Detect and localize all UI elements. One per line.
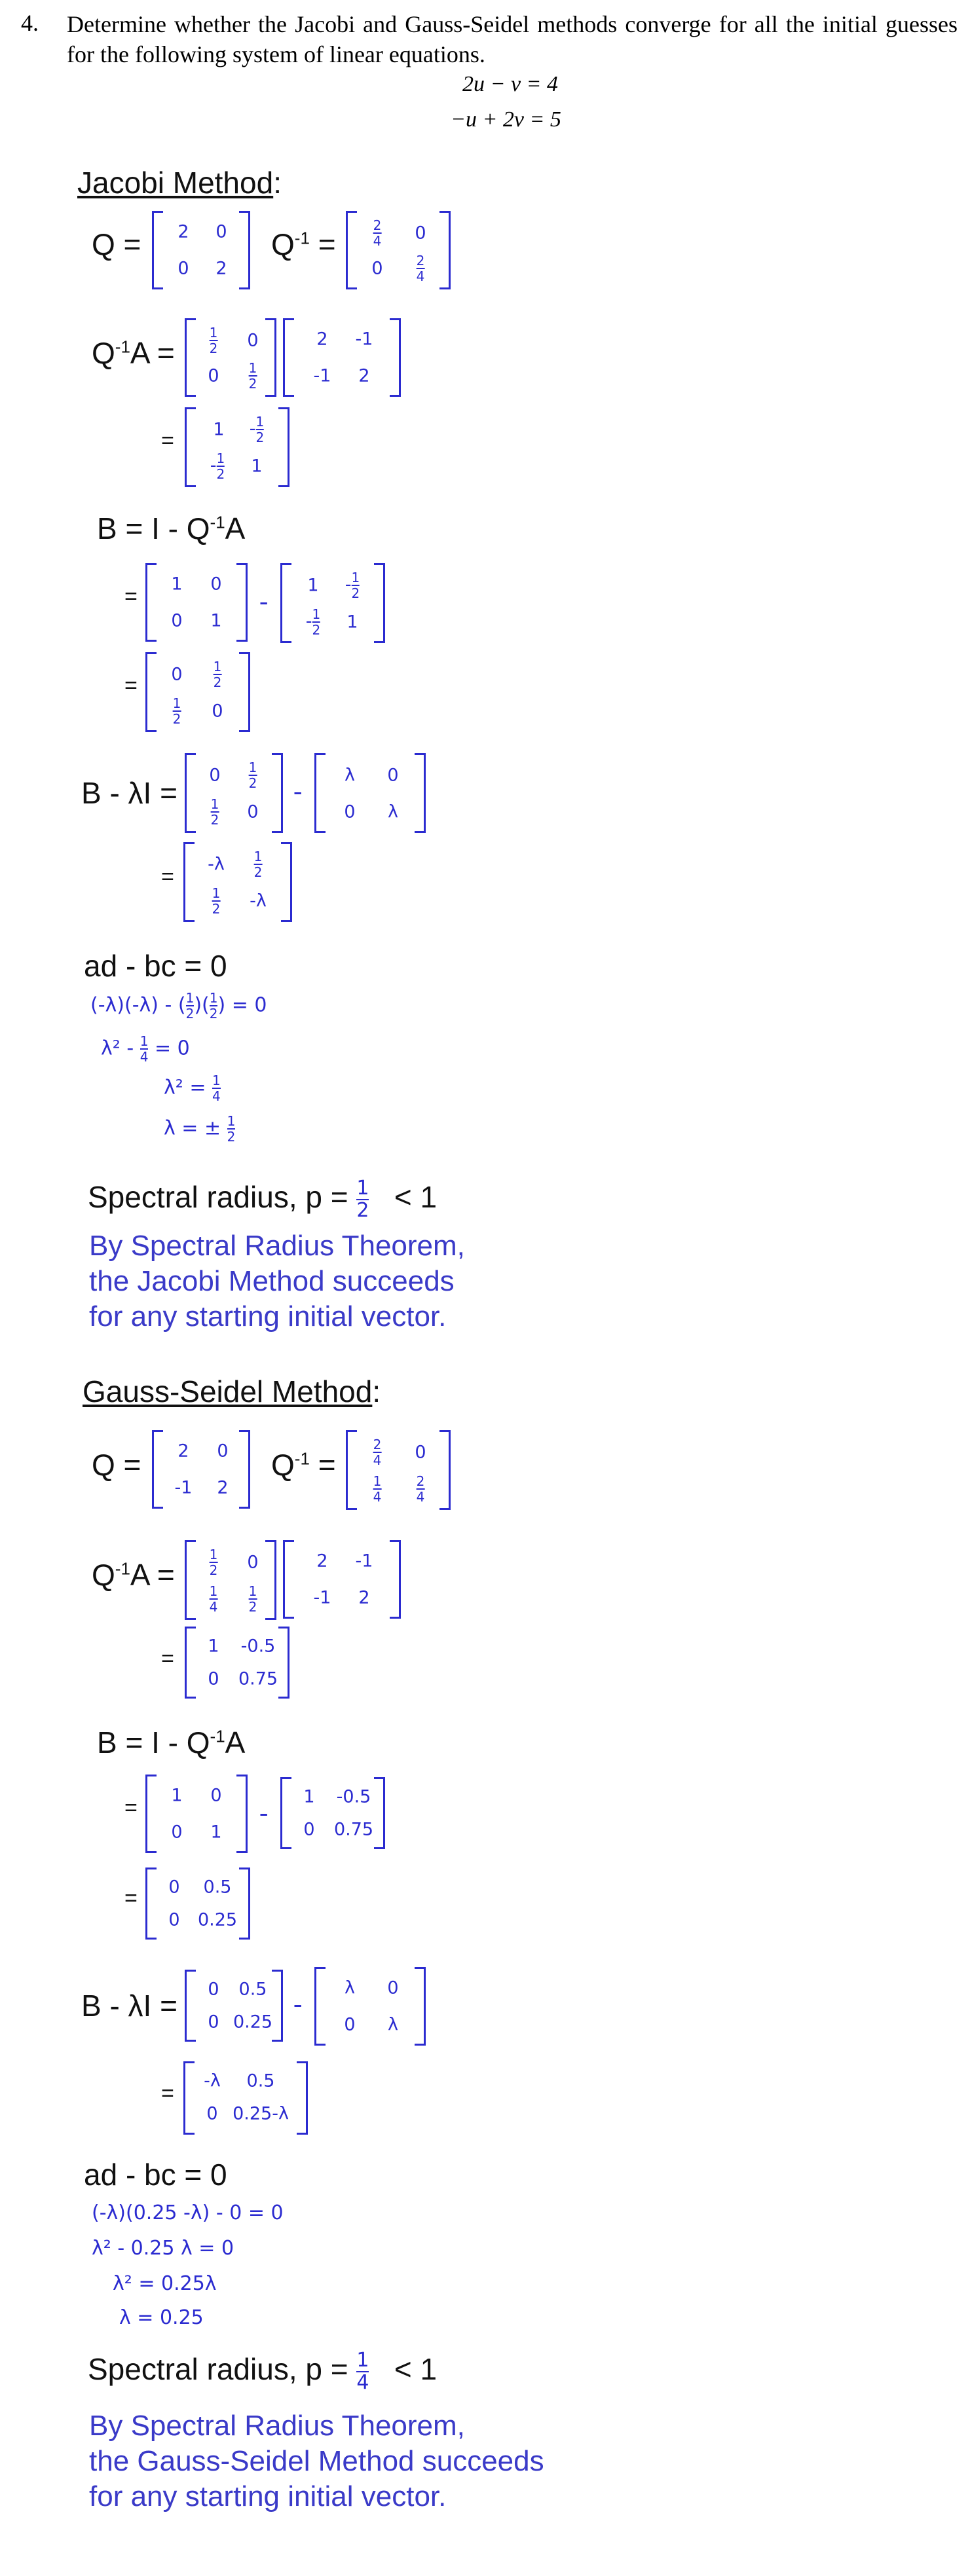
gauss-b-result: 0 0.5 0 0.25 bbox=[145, 1868, 250, 1940]
problem-statement: Determine whether the Jacobi and Gauss-S… bbox=[67, 11, 958, 67]
jacobi-b-label: B = I - Q-1A bbox=[97, 511, 246, 545]
jacobi-qa-result: 1 -12 -12 1 bbox=[185, 407, 289, 487]
jacobi-qa-matrix-sub: 1 -12 -12 1 bbox=[280, 563, 385, 643]
jacobi-b-lambda-label: B - λI = bbox=[81, 776, 177, 810]
jacobi-det-line-1: (-λ)(-λ) - (1 2)(1 2) = 0 bbox=[90, 990, 267, 1021]
jacobi-b-equals-1: = bbox=[124, 584, 138, 609]
jacobi-bl-equals: = bbox=[161, 864, 174, 889]
jacobi-qa-label: Q-1A = bbox=[92, 336, 175, 370]
jacobi-qinv-matrix-2: 12 0 0 12 bbox=[185, 318, 276, 397]
gauss-det-line-4: λ = 0.25 bbox=[119, 2306, 204, 2329]
gauss-b-label: B = I - Q-1A bbox=[97, 1725, 246, 1759]
jacobi-heading: Jacobi Method: bbox=[77, 166, 282, 200]
jacobi-a-matrix: 2 -1 -1 2 bbox=[283, 318, 401, 397]
jacobi-b-result: 0 12 12 0 bbox=[145, 652, 250, 732]
page: 4. Determine whether the Jacobi and Gaus… bbox=[0, 0, 970, 2576]
jacobi-b-equals-2: = bbox=[124, 673, 138, 698]
gauss-qa-matrix-sub: 1 -0.5 0 0.75 bbox=[280, 1777, 385, 1849]
minus-sign: - bbox=[293, 1989, 303, 2018]
gauss-qa-equals: = bbox=[161, 1646, 174, 1671]
equation-2: −u + 2v = 5 bbox=[451, 107, 561, 132]
equation-1: 2u − v = 4 bbox=[462, 72, 558, 96]
gauss-b-equals-2: = bbox=[124, 1886, 138, 1911]
gauss-qa-label: Q-1A = bbox=[92, 1558, 175, 1592]
gauss-qinv-matrix: 24 0 14 24 bbox=[346, 1430, 451, 1510]
gauss-identity-matrix: 1 0 0 1 bbox=[145, 1775, 248, 1853]
minus-sign: - bbox=[259, 586, 269, 616]
minus-sign: - bbox=[259, 1797, 269, 1827]
gauss-bl-equals: = bbox=[161, 2081, 174, 2106]
gauss-qinv-matrix-2: 12 0 14 12 bbox=[185, 1540, 276, 1620]
gauss-qinv-label: Q-1 = bbox=[271, 1448, 336, 1482]
gauss-b-matrix: 0 0.5 0 0.25 bbox=[185, 1970, 283, 2042]
gauss-q-label: Q = bbox=[92, 1448, 141, 1482]
gauss-det-line-2: λ² - 0.25 λ = 0 bbox=[92, 2237, 234, 2260]
gauss-qa-result: 1 -0.5 0 0.75 bbox=[185, 1627, 289, 1699]
jacobi-qinv-matrix: 24 0 0 24 bbox=[346, 211, 451, 289]
jacobi-q-matrix: 2 0 0 2 bbox=[152, 211, 250, 289]
gauss-lambda-identity: λ 0 0 λ bbox=[314, 1967, 426, 2046]
jacobi-det-line-2: λ² - 14 = 0 bbox=[101, 1033, 190, 1065]
gauss-det-label: ad - bc = 0 bbox=[84, 2158, 227, 2192]
minus-sign: - bbox=[293, 776, 303, 805]
jacobi-identity-matrix: 1 0 0 1 bbox=[145, 563, 248, 642]
jacobi-q-label: Q = bbox=[92, 227, 141, 261]
jacobi-qinv-label: Q-1 = bbox=[271, 227, 336, 261]
gauss-bl-result: -λ 0.5 0 0.25-λ bbox=[183, 2061, 308, 2135]
jacobi-qa-equals: = bbox=[161, 428, 174, 453]
gauss-conclusion: By Spectral Radius Theorem, the Gauss-Se… bbox=[89, 2410, 544, 2512]
jacobi-det-line-3: λ² = 14 bbox=[164, 1073, 221, 1104]
gauss-spectral-radius: Spectral radius, p = 14 < 1 bbox=[88, 2349, 438, 2394]
jacobi-b-matrix: 0 12 12 0 bbox=[185, 753, 283, 833]
gauss-det-line-3: λ² = 0.25λ bbox=[113, 2272, 217, 2295]
gauss-b-equals-1: = bbox=[124, 1795, 138, 1820]
gauss-a-matrix: 2 -1 -1 2 bbox=[283, 1540, 401, 1619]
jacobi-det-line-4: λ = ± 12 bbox=[164, 1113, 236, 1145]
jacobi-bl-result: -λ 12 12 -λ bbox=[183, 842, 292, 922]
gauss-q-matrix: 2 0 -1 2 bbox=[152, 1430, 250, 1509]
jacobi-spectral-radius: Spectral radius, p = 12 < 1 bbox=[88, 1177, 438, 1222]
jacobi-lambda-identity: λ 0 0 λ bbox=[314, 753, 426, 833]
jacobi-conclusion: By Spectral Radius Theorem, the Jacobi M… bbox=[89, 1230, 465, 1333]
gauss-heading: Gauss-Seidel Method: bbox=[83, 1374, 381, 1408]
jacobi-det-label: ad - bc = 0 bbox=[84, 949, 227, 983]
gauss-det-line-1: (-λ)(0.25 -λ) - 0 = 0 bbox=[92, 2201, 284, 2224]
problem-number: 4. bbox=[21, 10, 39, 36]
gauss-b-lambda-label: B - λI = bbox=[81, 1989, 177, 2023]
